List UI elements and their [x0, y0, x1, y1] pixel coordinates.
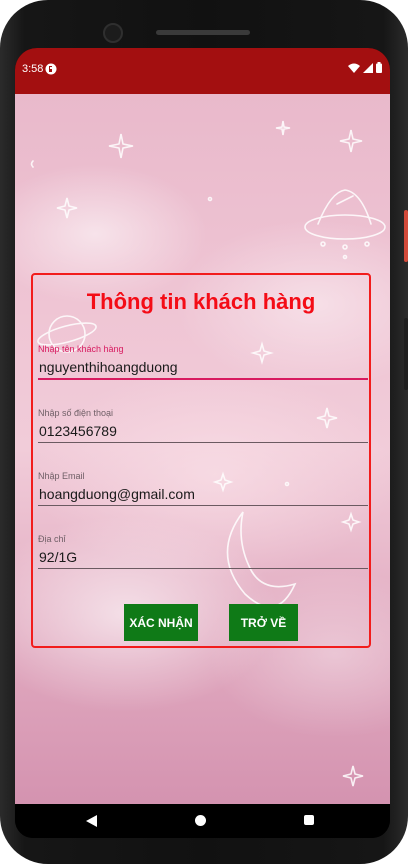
power-button: [404, 210, 408, 262]
email-label: Nhập Email: [38, 471, 85, 481]
customer-name-input[interactable]: nguyenthihoangduong: [38, 356, 368, 380]
confirm-button[interactable]: XÁC NHẬN: [124, 604, 198, 641]
signal-icon: [363, 62, 373, 73]
address-field[interactable]: Địa chỉ 92/1G: [38, 534, 368, 569]
address-label: Địa chỉ: [38, 534, 66, 544]
home-icon[interactable]: [195, 815, 206, 826]
phone-number-field[interactable]: Nhập số điện thoại 0123456789: [38, 408, 368, 443]
app-notification-icon: [45, 63, 57, 75]
email-field[interactable]: Nhập Email hoangduong@gmail.com: [38, 471, 368, 506]
recents-icon[interactable]: [304, 815, 314, 825]
email-input[interactable]: hoangduong@gmail.com: [38, 483, 368, 506]
battery-icon: [376, 62, 382, 73]
customer-info-form: Thông tin khách hàng Nhập tên khách hàng…: [31, 273, 371, 648]
phone-number-input[interactable]: 0123456789: [38, 420, 368, 443]
phone-number-label: Nhập số điện thoại: [38, 408, 114, 418]
screen: 3:58 Thông tin khách hàng Nhập tên khách…: [15, 48, 390, 838]
status-time: 3:58: [22, 63, 44, 75]
speaker-grille: [156, 30, 250, 35]
address-input[interactable]: 92/1G: [38, 546, 368, 569]
status-bar: 3:58: [15, 48, 390, 94]
front-camera: [103, 23, 123, 43]
wifi-icon: [348, 63, 360, 73]
back-icon[interactable]: [86, 815, 97, 827]
customer-name-field[interactable]: Nhập tên khách hàng nguyenthihoangduong: [38, 344, 368, 380]
volume-button: [404, 318, 408, 390]
app-content: Thông tin khách hàng Nhập tên khách hàng…: [15, 94, 390, 804]
back-button[interactable]: TRỞ VỀ: [229, 604, 298, 641]
customer-name-label: Nhập tên khách hàng: [38, 344, 124, 354]
form-title: Thông tin khách hàng: [86, 289, 316, 314]
navigation-bar: [15, 804, 390, 838]
phone-frame: 3:58 Thông tin khách hàng Nhập tên khách…: [0, 0, 408, 864]
